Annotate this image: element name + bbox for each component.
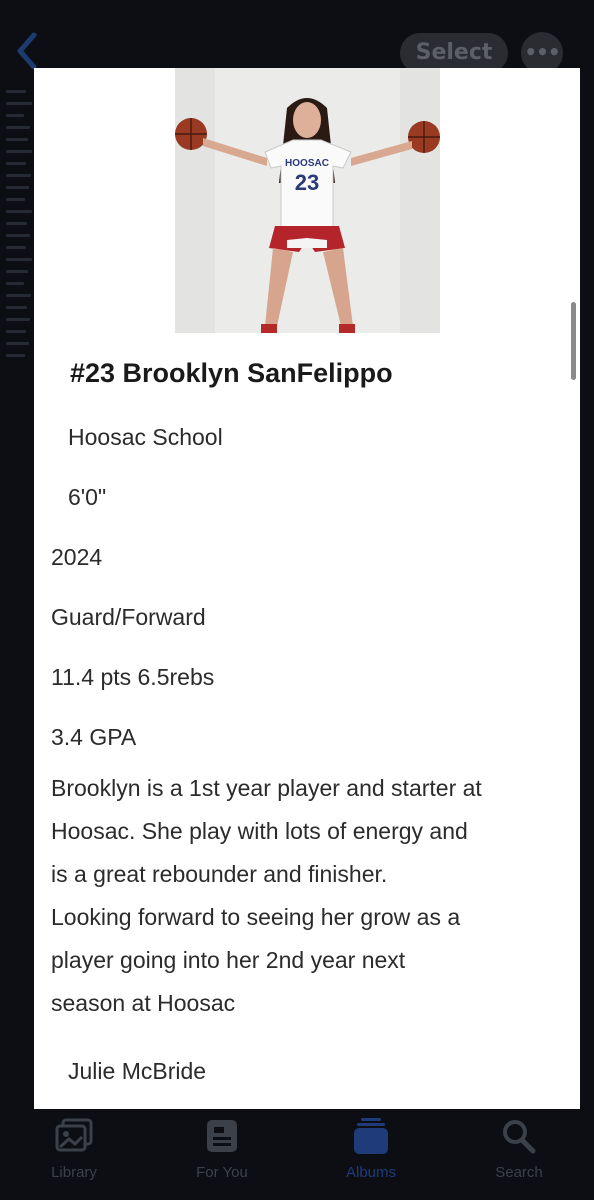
back-chevron-icon[interactable]: [12, 30, 42, 72]
albums-icon: [354, 1118, 388, 1154]
tab-label: Albums: [345, 1164, 397, 1181]
tab-library[interactable]: Library: [19, 1118, 129, 1181]
jersey-number: 23: [295, 170, 319, 195]
photo-library-icon: [55, 1118, 93, 1152]
tab-albums[interactable]: Albums: [316, 1118, 426, 1181]
scroll-indicator[interactable]: [571, 302, 576, 380]
author-name: Julie McBride: [68, 1058, 207, 1084]
player-stats: 11.4 pts 6.5rebs: [51, 664, 215, 690]
bio-line: player going into her 2nd year next: [51, 947, 406, 973]
jersey-text: HOOSAC: [285, 158, 329, 169]
bio-line: Brooklyn is a 1st year player and starte…: [51, 775, 482, 801]
player-height: 6'0": [68, 484, 107, 510]
player-profile-card[interactable]: HOOSAC 23 #23 Brooklyn SanFelippo Hoosac…: [34, 68, 580, 1109]
player-title: #23 Brooklyn SanFelippo: [70, 358, 393, 388]
search-icon: [503, 1120, 536, 1154]
player-bio: Brooklyn is a 1st year player and starte…: [51, 767, 551, 1025]
bio-line: is a great rebounder and finisher.: [51, 861, 388, 887]
tab-for-you[interactable]: For You: [167, 1118, 277, 1181]
school-name: Hoosac School: [68, 424, 223, 450]
bio-line: season at Hoosac: [51, 990, 236, 1016]
background-text-fragments: [6, 90, 34, 380]
for-you-icon: [207, 1120, 237, 1152]
bio-line: Looking forward to seeing her grow as a: [51, 904, 461, 930]
bio-line: Hoosac. She play with lots of energy and: [51, 818, 468, 844]
tab-search[interactable]: Search: [464, 1118, 574, 1181]
tab-label: For You: [196, 1164, 248, 1181]
photos-screen: Select ••• HOOSAC 23 #23 Brooklyn SanFel…: [0, 0, 594, 1200]
class-year: 2024: [51, 544, 103, 570]
player-gpa: 3.4 GPA: [51, 724, 137, 750]
player-position: Guard/Forward: [51, 604, 206, 630]
tab-label: Search: [495, 1164, 543, 1181]
player-photo: HOOSAC 23: [175, 68, 440, 333]
player-photo-illustration: HOOSAC 23: [175, 68, 440, 333]
tab-bar: Library For You Albums Search: [0, 1110, 594, 1200]
tab-label: Library: [51, 1164, 97, 1181]
select-button[interactable]: Select: [400, 33, 508, 73]
